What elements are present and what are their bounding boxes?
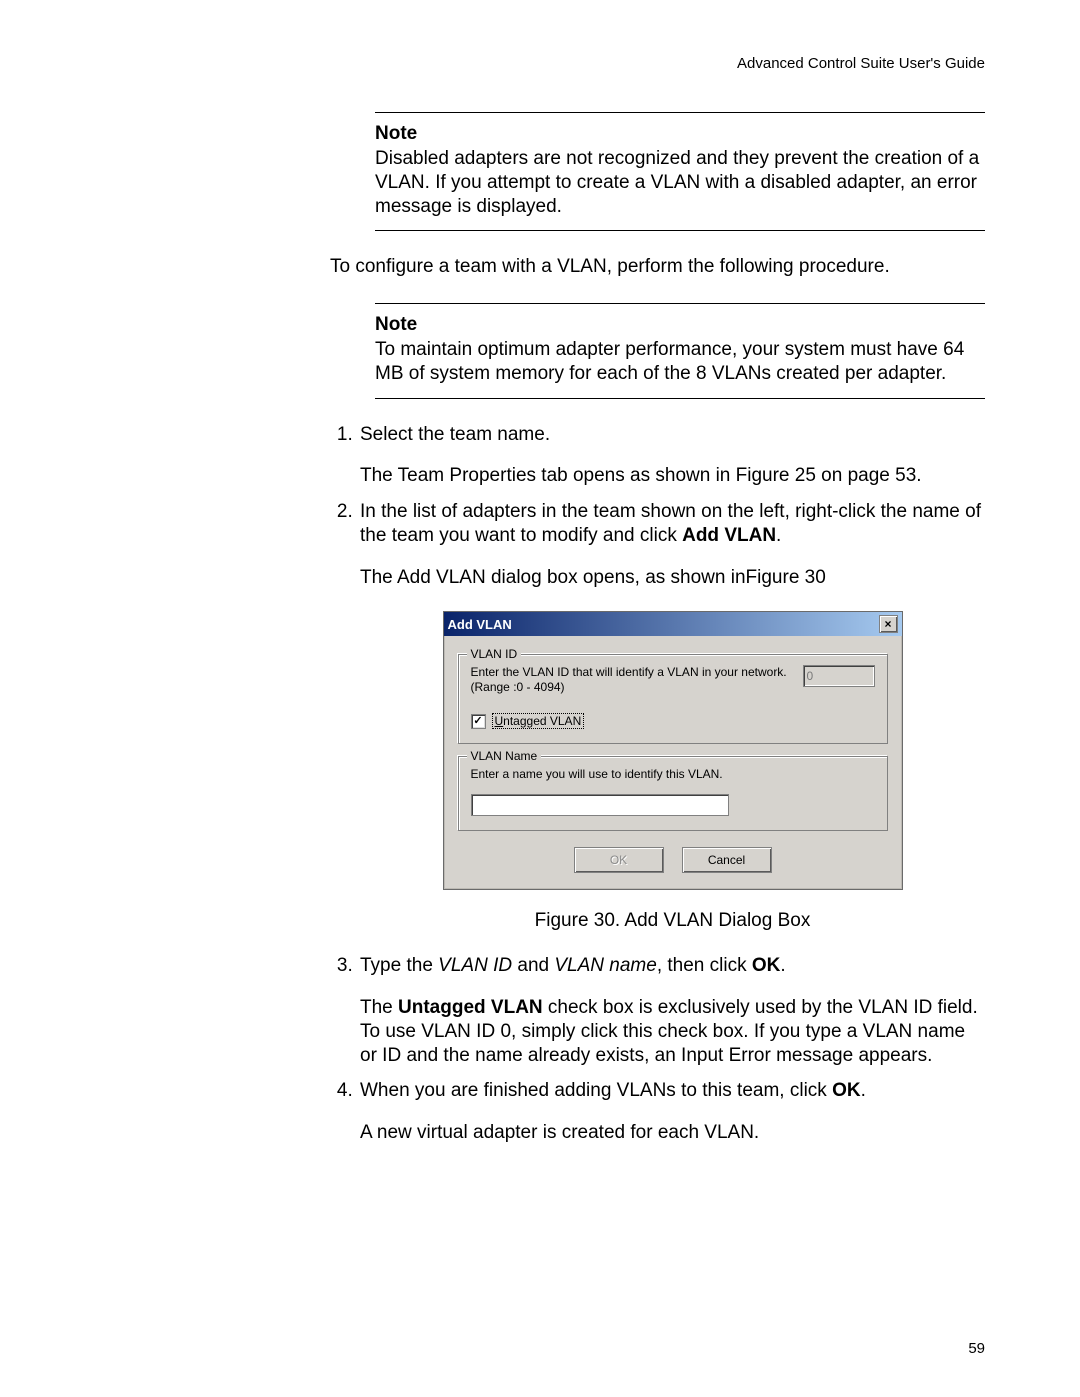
vlan-id-group: VLAN ID Enter the VLAN ID that will iden…	[458, 654, 888, 744]
page-container: Advanced Control Suite User's Guide Note…	[0, 0, 1080, 1197]
cancel-button[interactable]: Cancel	[682, 847, 772, 873]
text-fragment: and	[512, 955, 554, 976]
step-text: In the list of adapters in the team show…	[360, 501, 981, 546]
untagged-vlan-checkbox[interactable]	[471, 714, 486, 729]
bold-text: Add VLAN	[682, 525, 776, 546]
close-button[interactable]: ×	[879, 615, 898, 633]
text-fragment: Type the	[360, 955, 438, 976]
step-sub: The Add VLAN dialog box opens, as shown …	[360, 566, 985, 590]
text-fragment: .	[776, 525, 781, 546]
group-title: VLAN ID	[467, 647, 522, 661]
bold-text: Untagged VLAN	[398, 997, 543, 1018]
page-number: 59	[968, 1340, 985, 1357]
step-sub: The Team Properties tab opens as shown i…	[360, 464, 985, 488]
dialog-body: VLAN ID Enter the VLAN ID that will iden…	[444, 636, 902, 889]
untagged-vlan-row: Untagged VLAN	[471, 713, 875, 729]
step-text: Select the team name.	[360, 424, 550, 445]
note-body: To maintain optimum adapter performance,…	[375, 338, 985, 386]
text-fragment: When you are finished adding VLANs to th…	[360, 1080, 832, 1101]
untagged-vlan-label[interactable]: Untagged VLAN	[492, 713, 585, 729]
running-header: Advanced Control Suite User's Guide	[95, 55, 985, 72]
step-text: Type the VLAN ID and VLAN name, then cli…	[360, 955, 786, 976]
text-fragment: .	[861, 1080, 866, 1101]
vlan-name-input[interactable]	[471, 794, 729, 816]
dialog-screenshot: Add VLAN × VLAN ID Enter the VLAN ID tha…	[443, 611, 903, 890]
figure-caption: Figure 30. Add VLAN Dialog Box	[360, 910, 985, 932]
step-sub: The Untagged VLAN check box is exclusive…	[360, 996, 985, 1067]
text-fragment: .	[780, 955, 785, 976]
step-2: In the list of adapters in the team show…	[358, 500, 985, 932]
vlan-name-instruction: Enter a name you will use to identify th…	[471, 767, 875, 782]
vlan-id-instruction: Enter the VLAN ID that will identify a V…	[471, 665, 789, 695]
bold-text: OK	[832, 1080, 861, 1101]
step-1: Select the team name. The Team Propertie…	[358, 423, 985, 489]
bold-text: OK	[752, 955, 781, 976]
note-body: Disabled adapters are not recognized and…	[375, 147, 985, 218]
close-icon: ×	[884, 617, 891, 631]
vlan-name-group: VLAN Name Enter a name you will use to i…	[458, 756, 888, 831]
text-fragment: The	[360, 997, 398, 1018]
italic-text: VLAN ID	[438, 955, 512, 976]
dialog-title: Add VLAN	[448, 617, 512, 632]
text-fragment: In the list of adapters in the team show…	[360, 501, 981, 546]
ok-button[interactable]: OK	[574, 847, 664, 873]
add-vlan-dialog: Add VLAN × VLAN ID Enter the VLAN ID tha…	[443, 611, 903, 890]
italic-text: VLAN name	[554, 955, 656, 976]
text-fragment: ntagged VLAN	[503, 714, 581, 728]
dialog-buttons: OK Cancel	[458, 847, 888, 873]
note-heading: Note	[375, 123, 985, 145]
note-heading: Note	[375, 314, 985, 336]
step-text: When you are finished adding VLANs to th…	[360, 1080, 866, 1101]
intro-text: To configure a team with a VLAN, perform…	[330, 255, 985, 279]
procedure-list: Select the team name. The Team Propertie…	[330, 423, 985, 1145]
dialog-titlebar: Add VLAN ×	[444, 612, 902, 636]
vlan-id-input[interactable]	[803, 665, 875, 687]
note-block-2: Note To maintain optimum adapter perform…	[375, 303, 985, 399]
text-fragment: , then click	[657, 955, 752, 976]
note-block-1: Note Disabled adapters are not recognize…	[375, 112, 985, 231]
step-4: When you are finished adding VLANs to th…	[358, 1079, 985, 1145]
step-sub: A new virtual adapter is created for eac…	[360, 1121, 985, 1145]
mnemonic: U	[495, 714, 504, 728]
group-title: VLAN Name	[467, 749, 542, 763]
step-3: Type the VLAN ID and VLAN name, then cli…	[358, 954, 985, 1067]
